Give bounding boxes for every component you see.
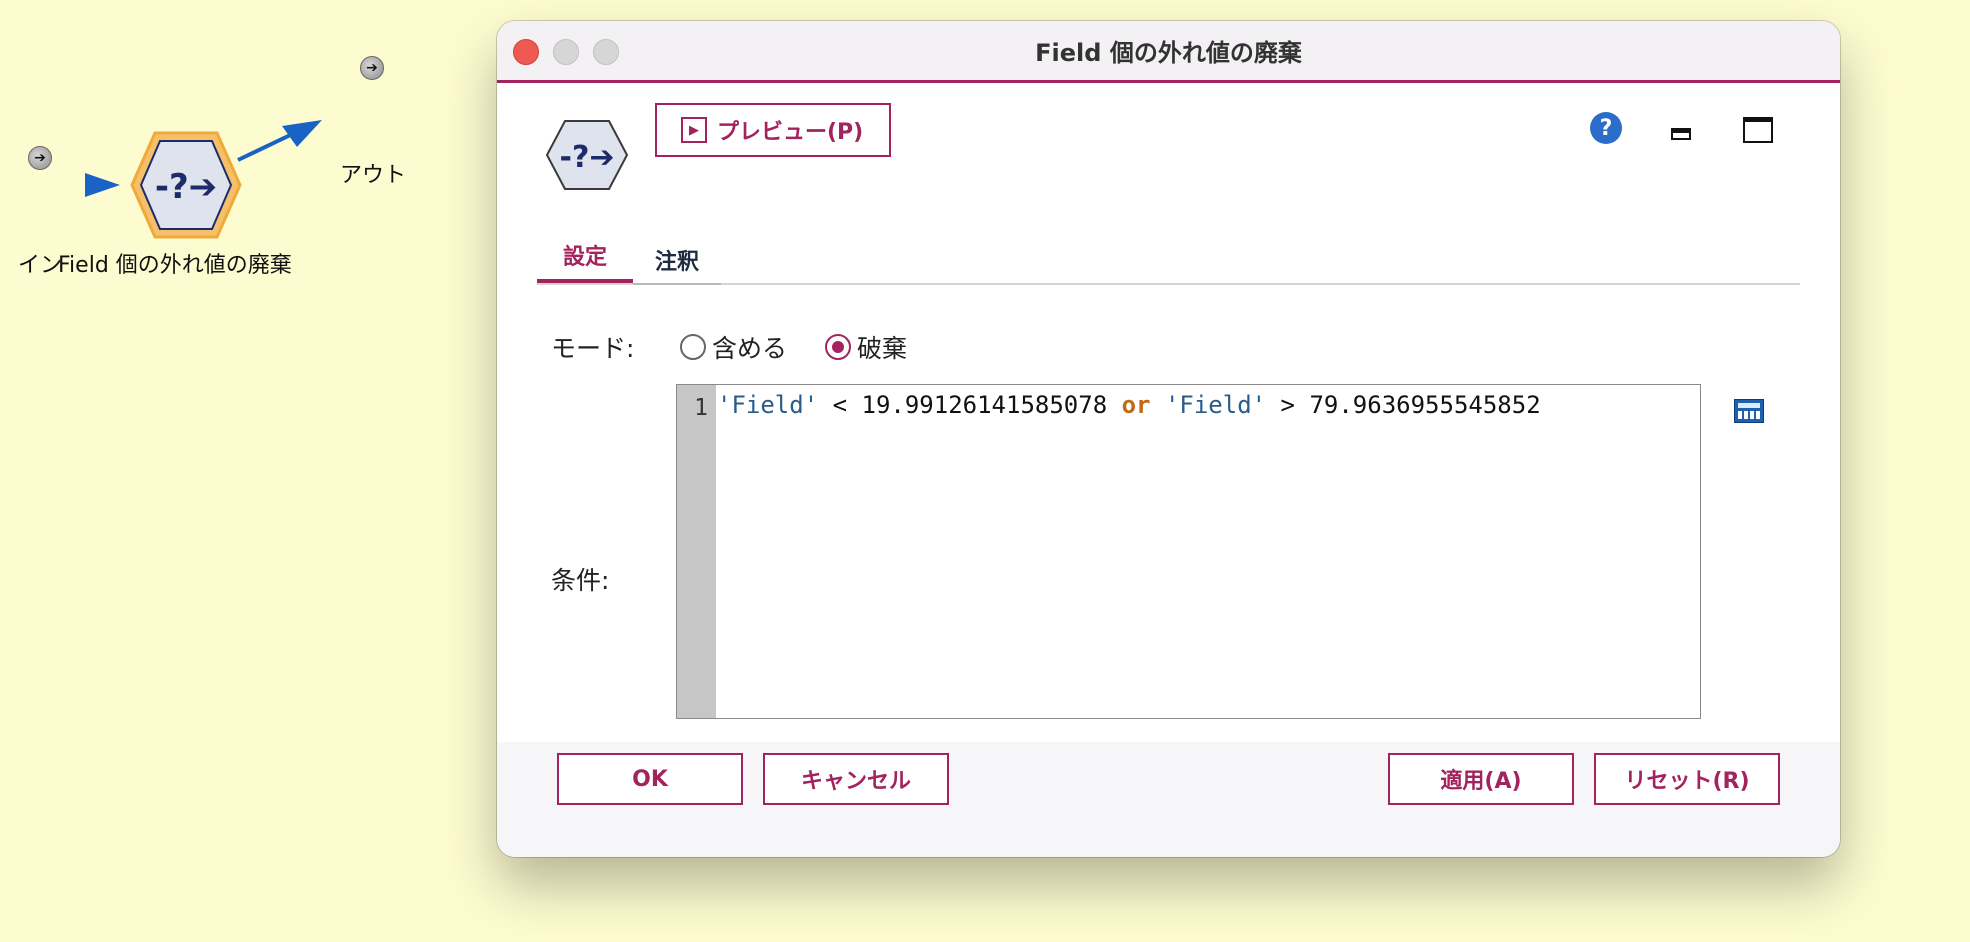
field-token: 'Field' [1164, 391, 1267, 419]
field-token: 'Field' [717, 391, 819, 419]
input-arrow-icon [85, 173, 120, 197]
tab-divider [633, 283, 721, 285]
mode-label: モード: [551, 334, 635, 363]
minimize-icon[interactable] [1671, 128, 1691, 140]
reset-button[interactable]: リセット(R) [1594, 753, 1780, 805]
svg-text:-?➔: -?➔ [155, 167, 217, 207]
preview-button[interactable]: ▶ プレビュー(P) [655, 103, 891, 157]
condition-expression[interactable]: 'Field' < 19.99126141585078 or 'Field' >… [717, 391, 1541, 419]
stream-canvas: -?➔ ➔ ➔ イン Field 個の外れ値の廃棄 アウト [0, 0, 480, 942]
node-label: Field 個の外れ値の廃棄 [58, 253, 292, 278]
cancel-button[interactable]: キャンセル [763, 753, 949, 805]
operator-token: < 19.99126141585078 [818, 391, 1122, 419]
line-number-gutter: 1 [677, 385, 716, 718]
output-arrow-icon [282, 120, 322, 147]
mode-discard-label: 破棄 [857, 334, 908, 363]
select-node-dialog: Field 個の外れ値の廃棄 -?➔ ▶ プレビュー(P) ? 設定 注釈 モー… [497, 21, 1840, 857]
input-connector-icon[interactable]: ➔ [28, 146, 52, 170]
mode-include-label: 含める [712, 334, 788, 363]
title-bar[interactable]: Field 個の外れ値の廃棄 [497, 21, 1840, 83]
keyword-token: or [1121, 391, 1151, 419]
input-label: イン [18, 253, 63, 278]
ok-button[interactable]: OK [557, 753, 743, 805]
select-node-icon[interactable]: -?➔ [130, 131, 242, 239]
radio-checked-icon [825, 334, 851, 360]
mode-discard-radio[interactable]: 破棄 [825, 329, 907, 365]
radio-unchecked-icon [680, 334, 706, 360]
help-icon[interactable]: ? [1590, 112, 1622, 144]
node-type-icon: -?➔ [545, 120, 629, 190]
close-window-icon[interactable] [513, 39, 539, 65]
expression-builder-icon[interactable] [1734, 399, 1764, 423]
line-number: 1 [694, 395, 708, 421]
operator-token: > 79.9636955545852 [1266, 391, 1541, 419]
condition-editor[interactable]: 1 'Field' < 19.99126141585078 or 'Field'… [676, 384, 1701, 719]
apply-button[interactable]: 適用(A) [1388, 753, 1574, 805]
svg-text:-?➔: -?➔ [560, 140, 615, 175]
mode-include-radio[interactable]: 含める [680, 329, 787, 365]
condition-label: 条件: [551, 566, 610, 595]
dialog-title: Field 個の外れ値の廃棄 [1035, 39, 1302, 67]
minimize-window-icon[interactable] [553, 39, 579, 65]
preview-label: プレビュー(P) [717, 120, 864, 145]
output-label: アウト [340, 163, 407, 188]
tab-settings[interactable]: 設定 [537, 239, 633, 283]
output-connector-icon[interactable]: ➔ [360, 56, 384, 80]
play-icon: ▶ [681, 117, 707, 143]
maximize-icon[interactable] [1743, 117, 1773, 143]
tab-annotation[interactable]: 注釈 [633, 244, 721, 288]
zoom-window-icon[interactable] [593, 39, 619, 65]
tab-bar: 設定 注釈 [537, 239, 1800, 285]
